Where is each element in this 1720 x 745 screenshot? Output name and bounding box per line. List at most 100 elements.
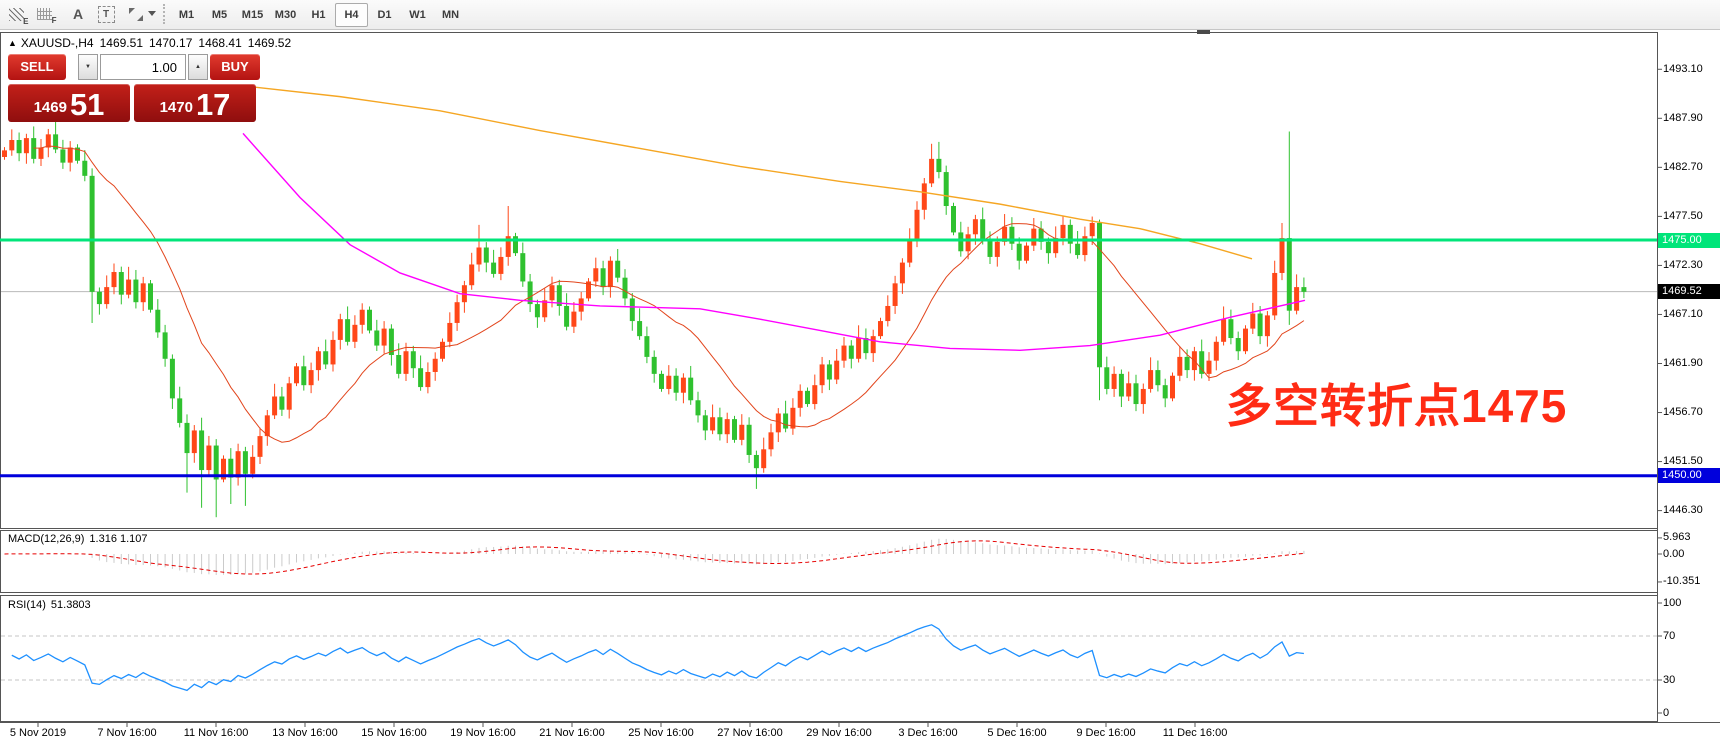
buy-price-box[interactable]: 1470 17: [134, 84, 256, 122]
candle-body: [798, 391, 803, 408]
arrows-objects-icon[interactable]: [124, 3, 148, 25]
price-tick-label: 1456.70: [1663, 406, 1719, 419]
timeframe-button-mn[interactable]: MN: [434, 3, 467, 27]
timeframe-button-m30[interactable]: M30: [269, 3, 302, 27]
support-price-label: 1450.00: [1658, 468, 1720, 483]
candle-body: [469, 264, 474, 285]
macd-panel: [1, 531, 1658, 593]
candle-body: [185, 423, 190, 453]
candle-body: [1119, 374, 1124, 397]
candle-body: [973, 219, 978, 234]
candle-body: [812, 385, 817, 404]
candle-body: [827, 364, 832, 379]
timeframe-button-h1[interactable]: H1: [302, 3, 335, 27]
time-axis-label: 21 Nov 16:00: [527, 727, 617, 739]
candle-body: [674, 376, 679, 393]
candle-body: [272, 396, 277, 415]
time-axis-label: 27 Nov 16:00: [705, 727, 795, 739]
sell-price-box[interactable]: 1469 51: [8, 84, 130, 122]
candle-body: [623, 278, 628, 299]
symbol-period-label: XAUUSD-,H4: [21, 36, 94, 50]
candle-body: [688, 378, 693, 401]
close-value: 1469.52: [248, 36, 291, 50]
volume-input[interactable]: [100, 54, 186, 80]
candle-body: [856, 338, 861, 359]
candle-body: [944, 172, 949, 206]
candle-body: [659, 374, 664, 389]
candle-body: [696, 400, 701, 415]
candle-body: [951, 206, 956, 232]
candle-body: [739, 425, 744, 440]
candle-body: [1141, 389, 1146, 404]
candle-body: [1112, 374, 1117, 389]
candle-body: [907, 240, 912, 263]
candle-body: [725, 419, 730, 434]
candle-body: [1265, 315, 1270, 336]
candle-body: [769, 432, 774, 449]
rsi-axis-label: 100: [1663, 597, 1719, 610]
timeframe-toolbar: M1M5M15M30H1H4D1W1MN: [170, 3, 467, 26]
buy-button[interactable]: BUY: [210, 54, 260, 80]
candle-body: [309, 370, 314, 385]
text-box-icon[interactable]: T: [94, 3, 118, 25]
candle-body: [1075, 244, 1080, 255]
arrows-glyph: [128, 7, 144, 21]
text-label-icon[interactable]: A: [66, 3, 90, 25]
toolbar-separator: [163, 4, 168, 24]
candle-body: [294, 366, 299, 383]
timeframe-button-m5[interactable]: M5: [203, 3, 236, 27]
timeframe-button-w1[interactable]: W1: [401, 3, 434, 27]
chevron-down-icon[interactable]: [148, 11, 156, 16]
sell-button[interactable]: SELL: [8, 54, 66, 80]
candle-body: [820, 364, 825, 385]
candle-body: [871, 336, 876, 353]
timeframe-button-h4[interactable]: H4: [335, 3, 368, 27]
icon-letter: E: [23, 17, 28, 26]
chinese-annotation: 多空转折点1475: [1226, 370, 1567, 436]
rsi-label: RSI(14)51.3803: [8, 599, 96, 611]
candle-body: [170, 359, 175, 399]
time-axis-label: 5 Nov 2019: [0, 727, 83, 739]
high-value: 1470.17: [149, 36, 192, 50]
candle-body: [644, 336, 649, 357]
time-axis-label: 3 Dec 16:00: [883, 727, 973, 739]
candle-body: [761, 449, 766, 468]
candle-body: [754, 455, 759, 468]
candle-body: [1061, 225, 1066, 238]
grid-lines-icon[interactable]: F: [32, 3, 56, 25]
time-axis-label: 13 Nov 16:00: [260, 727, 350, 739]
candle-body: [133, 280, 138, 303]
volume-decrease-button[interactable]: ▼: [78, 54, 98, 80]
rsi-name: RSI(14): [8, 599, 46, 611]
candle-body: [988, 240, 993, 257]
candle-body: [732, 419, 737, 440]
candle-body: [1104, 367, 1109, 389]
candle-body: [966, 234, 971, 251]
timeframe-button-m15[interactable]: M15: [236, 3, 269, 27]
candle-body: [915, 210, 920, 240]
candle-body: [447, 323, 452, 342]
price-tick-label: 1482.70: [1663, 161, 1719, 174]
candle-body: [455, 302, 460, 323]
sell-price-pips: 51: [70, 88, 104, 122]
candle-body: [331, 340, 336, 365]
low-value: 1468.41: [198, 36, 241, 50]
candle-body: [477, 248, 482, 265]
timeframe-button-d1[interactable]: D1: [368, 3, 401, 27]
macd-axis-label: 5.963: [1663, 531, 1719, 544]
candle-body: [9, 140, 14, 150]
candle-body: [995, 242, 1000, 257]
main-toolbar: E F A T M1M5M15M30H1H4D1W1MN: [0, 0, 1720, 30]
time-axis-label: 15 Nov 16:00: [349, 727, 439, 739]
crosshair-lines-icon[interactable]: E: [4, 3, 28, 25]
volume-increase-button[interactable]: ▲: [188, 54, 208, 80]
candle-body: [842, 346, 847, 361]
bid-price-label: 1469.52: [1658, 284, 1720, 299]
candle-body: [1272, 273, 1277, 315]
price-tick-label: 1493.10: [1663, 63, 1719, 76]
candle-body: [396, 355, 401, 374]
candle-body: [550, 285, 555, 300]
timeframe-button-m1[interactable]: M1: [170, 3, 203, 27]
time-axis-label: 5 Dec 16:00: [972, 727, 1062, 739]
candle-body: [717, 417, 722, 434]
